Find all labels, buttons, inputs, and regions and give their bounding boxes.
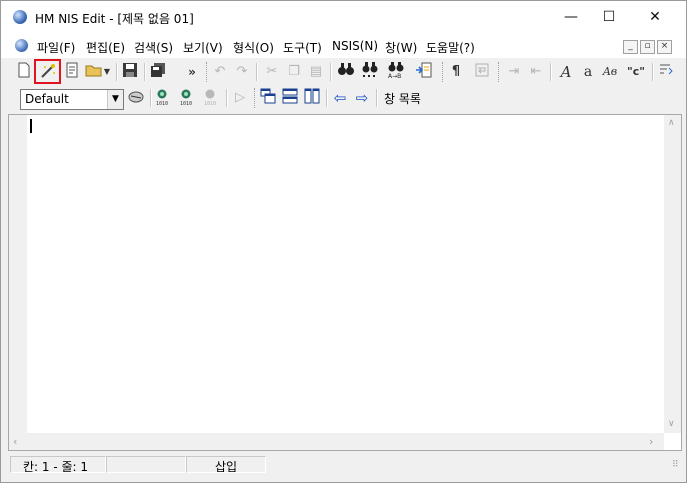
compile-run-icon[interactable]: 1010 bbox=[178, 88, 198, 108]
open-folder-icon[interactable] bbox=[84, 62, 104, 82]
find-icon[interactable] bbox=[336, 62, 356, 82]
app-globe-icon bbox=[13, 10, 27, 24]
new-file-icon[interactable] bbox=[14, 62, 34, 82]
secondary-toolbar: Default ▼ 1010 1010 1010 ▷ ⇦ ⇨ 창 목록 bbox=[10, 85, 686, 111]
font-case-icon[interactable]: a bbox=[578, 62, 598, 82]
syntax-combo[interactable]: Default ▼ bbox=[20, 89, 124, 110]
save-icon[interactable] bbox=[120, 62, 140, 82]
menu-tools[interactable]: 도구(T) bbox=[283, 39, 322, 56]
indent-icon[interactable]: ⇥ bbox=[504, 62, 524, 82]
cursor-position-text: 칸: 1 - 줄: 1 bbox=[23, 460, 89, 474]
run-icon[interactable]: ▷ bbox=[230, 88, 250, 108]
editor-area[interactable]: ∧ ∨ ‹ › bbox=[8, 114, 682, 451]
menu-file[interactable]: 파일(F) bbox=[37, 39, 75, 56]
syntax-combo-value: Default bbox=[25, 92, 69, 106]
word-wrap-icon[interactable] bbox=[472, 62, 492, 82]
cascade-icon[interactable] bbox=[258, 88, 278, 108]
status-cell-empty bbox=[106, 456, 186, 473]
document-globe-icon[interactable] bbox=[15, 39, 28, 52]
scroll-right-icon[interactable]: › bbox=[649, 435, 653, 448]
open-dropdown-icon[interactable]: ▼ bbox=[102, 62, 112, 82]
find-next-icon[interactable] bbox=[360, 62, 380, 82]
tile-vertical-icon[interactable] bbox=[302, 88, 322, 108]
menu-nsis[interactable]: NSIS(N) bbox=[332, 39, 378, 53]
wizard-highlight-box bbox=[34, 59, 61, 84]
paragraph-icon[interactable]: ¶ bbox=[446, 62, 466, 82]
size-grip-icon[interactable]: ⠿ bbox=[672, 461, 684, 474]
font-style-icon[interactable]: Aв bbox=[600, 62, 620, 82]
menu-window[interactable]: 창(W) bbox=[385, 39, 417, 56]
combo-dropdown-icon[interactable]: ▼ bbox=[107, 90, 123, 109]
text-caret bbox=[30, 119, 32, 133]
copy-icon[interactable]: ❐ bbox=[284, 62, 304, 82]
cut-icon[interactable]: ✂ bbox=[262, 62, 282, 82]
svg-text:1010: 1010 bbox=[156, 101, 168, 106]
svg-text:1010: 1010 bbox=[180, 101, 192, 106]
scroll-left-icon[interactable]: ‹ bbox=[13, 435, 17, 448]
template-icon[interactable] bbox=[62, 62, 82, 82]
status-cell-position: 칸: 1 - 줄: 1 bbox=[10, 456, 106, 474]
status-bar: 칸: 1 - 줄: 1 삽입 ⠿ bbox=[10, 454, 686, 476]
mdi-minimize-button[interactable]: _ bbox=[623, 40, 638, 54]
window-title: HM NIS Edit - [제목 없음 01] bbox=[35, 12, 194, 26]
compile-all-icon[interactable]: 1010 bbox=[202, 88, 222, 108]
replace-icon[interactable]: A→B bbox=[386, 62, 406, 82]
insert-mode-text: 삽입 bbox=[215, 460, 238, 474]
close-button[interactable]: ✕ bbox=[632, 1, 678, 34]
undo-icon[interactable]: ↶ bbox=[210, 62, 230, 82]
next-window-icon[interactable]: ⇨ bbox=[352, 88, 372, 108]
menu-edit[interactable]: 편집(E) bbox=[86, 39, 125, 56]
toolbar-overflow-button[interactable]: » bbox=[182, 62, 202, 82]
vertical-scrollbar[interactable]: ∧ ∨ bbox=[664, 115, 681, 433]
title-bar: HM NIS Edit - [제목 없음 01] — ☐ ✕ bbox=[1, 1, 686, 34]
paste-icon[interactable]: ▤ bbox=[306, 62, 326, 82]
maximize-button[interactable]: ☐ bbox=[586, 1, 632, 34]
main-toolbar: ▼ » ↶ ↷ ✂ ❐ ▤ A→B ¶ ⇥ ⇤ A a Aв "c" bbox=[10, 59, 686, 85]
menu-search[interactable]: 검색(S) bbox=[134, 39, 173, 56]
mdi-restore-button[interactable]: ▫ bbox=[640, 40, 655, 54]
prev-window-icon[interactable]: ⇦ bbox=[330, 88, 350, 108]
horizontal-scrollbar[interactable]: ‹ › bbox=[9, 433, 664, 450]
scroll-up-icon[interactable]: ∧ bbox=[668, 118, 675, 128]
svg-text:A→B: A→B bbox=[388, 73, 401, 78]
options-icon[interactable] bbox=[656, 62, 676, 82]
compile-icon[interactable]: 1010 bbox=[154, 88, 174, 108]
syntax-icon[interactable] bbox=[126, 88, 146, 108]
menu-format[interactable]: 형식(O) bbox=[233, 39, 274, 56]
scroll-down-icon[interactable]: ∨ bbox=[668, 419, 675, 429]
quote-icon[interactable]: "c" bbox=[624, 62, 648, 82]
menu-bar: 파일(F) 편집(E) 검색(S) 보기(V) 형식(O) 도구(T) NSIS… bbox=[1, 34, 686, 58]
insert-file-icon[interactable] bbox=[414, 62, 434, 82]
mdi-close-button[interactable]: × bbox=[657, 40, 672, 54]
font-italic-icon[interactable]: A bbox=[556, 62, 576, 82]
svg-text:1010: 1010 bbox=[204, 101, 216, 106]
outdent-icon[interactable]: ⇤ bbox=[526, 62, 546, 82]
status-cell-mode: 삽입 bbox=[186, 456, 266, 474]
window-list-button[interactable]: 창 목록 bbox=[384, 90, 421, 107]
app-window: HM NIS Edit - [제목 없음 01] — ☐ ✕ 파일(F) 편집(… bbox=[0, 0, 687, 483]
redo-icon[interactable]: ↷ bbox=[232, 62, 252, 82]
editor-gutter bbox=[9, 115, 27, 433]
save-all-icon[interactable] bbox=[148, 62, 168, 82]
menu-view[interactable]: 보기(V) bbox=[183, 39, 223, 56]
menu-help[interactable]: 도움말(?) bbox=[426, 39, 475, 56]
tile-horizontal-icon[interactable] bbox=[280, 88, 300, 108]
